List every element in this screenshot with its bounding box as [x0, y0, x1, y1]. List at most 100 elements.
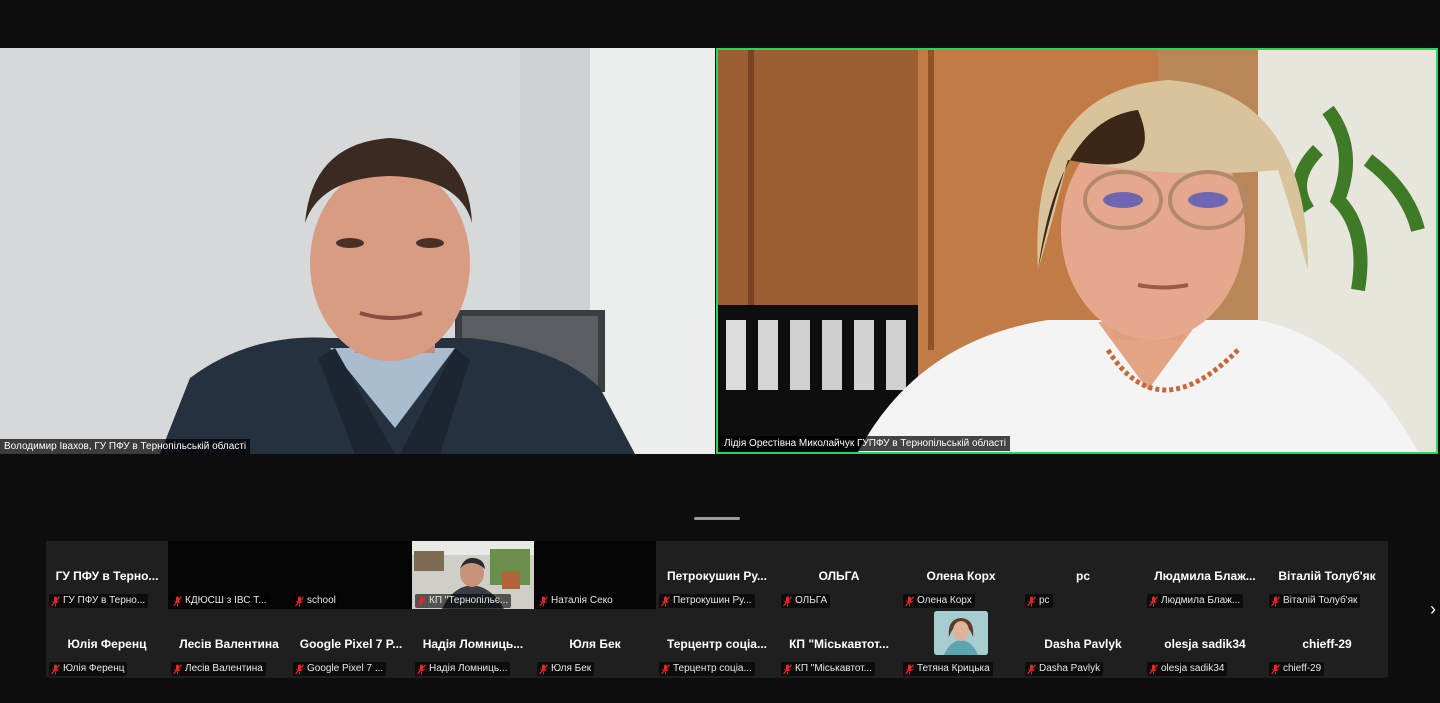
participant-label: Google Pixel 7 ... — [293, 662, 387, 676]
participant-tile[interactable]: Google Pixel 7 P... Google Pixel 7 ... — [290, 609, 412, 677]
participant-name: Людмила Блаж... — [1154, 569, 1256, 583]
muted-mic-icon — [1027, 663, 1036, 674]
participant-gallery: ГУ ПФУ в Терно... ГУ ПФУ в Терно... КДЮСШ … — [46, 541, 1388, 678]
participant-name: Надія Ломниць... — [422, 637, 524, 651]
muted-mic-icon — [1149, 663, 1158, 674]
participant-tile[interactable]: Петрокушин Ру... Петрокушин Ру... — [656, 541, 778, 609]
participant-name: Юлія Ференц — [67, 637, 147, 651]
chevron-right-icon: › — [1430, 599, 1436, 619]
participant-label-text: ГУ ПФУ в Терно... — [63, 595, 146, 606]
participant-tile[interactable]: pc pc — [1022, 541, 1144, 609]
participant-label: Юлія Ференц — [49, 662, 128, 676]
participant-label-text: pc — [1039, 595, 1050, 606]
participant-label-text: Віталій Толуб'як — [1283, 595, 1358, 606]
participant-tile[interactable]: КП "Тернопільє... — [412, 541, 534, 609]
muted-mic-icon — [1027, 595, 1036, 606]
muted-mic-icon — [417, 663, 426, 674]
muted-mic-icon — [1271, 595, 1280, 606]
muted-mic-icon — [417, 595, 426, 606]
participant-label: КП "Тернопільє... — [415, 594, 512, 608]
participant-name: Терцентр соціа... — [667, 637, 767, 651]
speaker-video-right-active[interactable]: Лідія Орестівна Миколайчук ГУПФУ в Терно… — [716, 48, 1438, 454]
participant-label-text: Тетяна Крицька — [917, 663, 990, 674]
participant-label: Юля Бек — [537, 662, 595, 676]
participant-label: Dasha Pavlyk — [1025, 662, 1104, 676]
participant-name: Віталій Толуб'як — [1278, 569, 1376, 583]
participant-tile[interactable]: Людмила Блаж... Людмила Блаж... — [1144, 541, 1266, 609]
participant-label: pc — [1025, 594, 1053, 608]
participant-label: Тетяна Крицька — [903, 662, 993, 676]
muted-mic-icon — [905, 663, 914, 674]
participant-name: pc — [1075, 569, 1090, 583]
resize-handle[interactable] — [694, 517, 740, 520]
participant-label: Лесів Валентина — [171, 662, 266, 676]
speaker-video-image — [718, 50, 1436, 452]
participant-tile[interactable]: school — [290, 541, 412, 609]
participant-label: Надія Ломниць... — [415, 662, 511, 676]
participant-tile[interactable]: ГУ ПФУ в Терно... ГУ ПФУ в Терно... — [46, 541, 168, 609]
participant-label-text: Юля Бек — [551, 663, 592, 674]
muted-mic-icon — [173, 595, 182, 606]
participant-tile[interactable]: Лесів Валентина Лесів Валентина — [168, 609, 290, 677]
participant-tile[interactable]: КДЮСШ з ІВС Т... — [168, 541, 290, 609]
participant-tile[interactable]: olesja sadik34 olesja sadik34 — [1144, 609, 1266, 677]
muted-mic-icon — [295, 595, 304, 606]
participant-tile[interactable]: Віталій Толуб'як Віталій Толуб'як — [1266, 541, 1388, 609]
muted-mic-icon — [661, 663, 670, 674]
participant-label-text: Людмила Блаж... — [1161, 595, 1241, 606]
muted-mic-icon — [905, 595, 914, 606]
participant-tile[interactable]: Юля Бек Юля Бек — [534, 609, 656, 677]
participant-label-text: Петрокушин Ру... — [673, 595, 752, 606]
participant-label: Людмила Блаж... — [1147, 594, 1244, 608]
participant-label: olesja sadik34 — [1147, 662, 1228, 676]
participant-label: ОЛЬГА — [781, 594, 831, 608]
participant-label: КП "Міськавтот... — [781, 662, 875, 676]
participant-tile[interactable]: Надія Ломниць... Надія Ломниць... — [412, 609, 534, 677]
speaker-video-image — [0, 48, 715, 454]
participant-label: КДЮСШ з ІВС Т... — [171, 594, 270, 608]
muted-mic-icon — [51, 595, 60, 606]
participant-tile[interactable]: chieff-29 chieff-29 — [1266, 609, 1388, 677]
muted-mic-icon — [295, 663, 304, 674]
participant-name: chieff-29 — [1302, 637, 1352, 651]
participant-avatar — [934, 611, 988, 655]
participant-label-text: Наталія Секо — [551, 595, 613, 606]
muted-mic-icon — [1271, 663, 1280, 674]
participant-label-text: olesja sadik34 — [1161, 663, 1225, 674]
participant-label-text: Юлія Ференц — [63, 663, 125, 674]
participant-name: КП "Міськавтот... — [789, 637, 889, 651]
participant-label-text: Google Pixel 7 ... — [307, 663, 384, 674]
muted-mic-icon — [173, 663, 182, 674]
participant-name: ГУ ПФУ в Терно... — [55, 569, 159, 583]
participant-tile[interactable]: ОЛЬГА ОЛЬГА — [778, 541, 900, 609]
next-page-button[interactable]: › — [1426, 598, 1440, 620]
participant-tile[interactable]: Олена Корх Олена Корх — [900, 541, 1022, 609]
participant-label: Віталій Толуб'як — [1269, 594, 1361, 608]
participant-label: chieff-29 — [1269, 662, 1325, 676]
participant-label-text: КП "Тернопільє... — [429, 595, 509, 606]
participant-label-text: school — [307, 595, 336, 606]
participant-tile[interactable]: КП "Міськавтот... КП "Міськавтот... — [778, 609, 900, 677]
participant-label: Наталія Секо — [537, 594, 616, 608]
participant-tile[interactable]: Dasha Pavlyk Dasha Pavlyk — [1022, 609, 1144, 677]
participant-label: Петрокушин Ру... — [659, 594, 755, 608]
muted-mic-icon — [783, 595, 792, 606]
participant-name: ОЛЬГА — [818, 569, 860, 583]
muted-mic-icon — [539, 663, 548, 674]
participant-name: Google Pixel 7 P... — [299, 637, 403, 651]
participant-label-text: Надія Ломниць... — [429, 663, 508, 674]
participant-name: Олена Корх — [926, 569, 996, 583]
muted-mic-icon — [51, 663, 60, 674]
participant-tile[interactable]: Наталія Секо — [534, 541, 656, 609]
participant-tile[interactable]: Терцентр соціа... Терцентр соціа... — [656, 609, 778, 677]
participant-tile[interactable]: Тетяна Крицька — [900, 609, 1022, 677]
participant-label-text: КП "Міськавтот... — [795, 663, 872, 674]
participant-label: Олена Корх — [903, 594, 975, 608]
participant-tile[interactable]: Юлія Ференц Юлія Ференц — [46, 609, 168, 677]
muted-mic-icon — [661, 595, 670, 606]
participant-name: Петрокушин Ру... — [667, 569, 767, 583]
participant-name: olesja sadik34 — [1164, 637, 1246, 651]
speaker-video-left[interactable]: Володимир Івахов, ГУ ПФУ в Тернопільські… — [0, 48, 715, 454]
speaker-name-tag: Лідія Орестівна Миколайчук ГУПФУ в Терно… — [720, 436, 1010, 451]
participant-name: Лесів Валентина — [179, 637, 279, 651]
